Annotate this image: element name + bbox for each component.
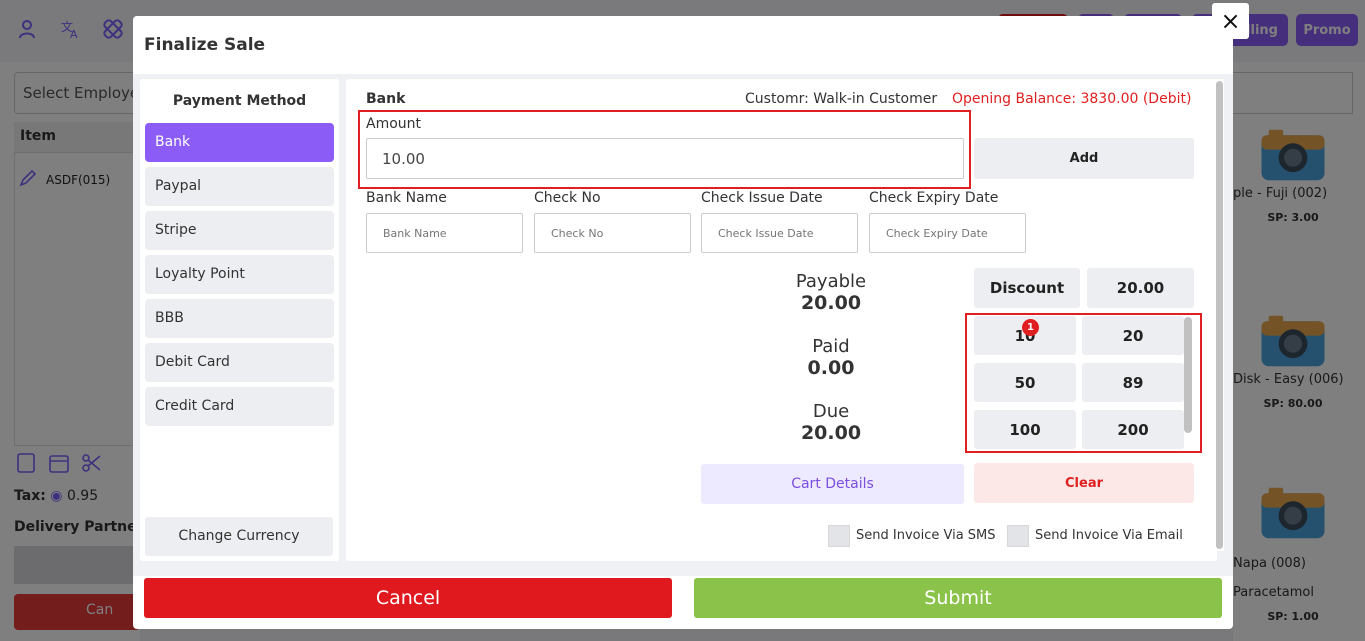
payment-method-bbb[interactable]: BBB — [145, 299, 334, 338]
check-issue-date-input[interactable] — [701, 213, 858, 253]
discount-button[interactable]: Discount — [974, 268, 1080, 308]
paid-summary: Paid 0.00 — [776, 336, 886, 379]
discount-value[interactable]: 20.00 — [1087, 268, 1194, 308]
send-email-label: Send Invoice Via Email — [1035, 528, 1183, 543]
bank-name-label: Bank Name — [366, 190, 447, 206]
check-expiry-date-label: Check Expiry Date — [869, 190, 999, 206]
bank-name-input[interactable] — [366, 213, 523, 253]
payment-method-loyalty-point[interactable]: Loyalty Point — [145, 255, 334, 294]
payment-details-panel: Bank Customr: Walk-in Customer Opening B… — [346, 79, 1217, 561]
quick-amount-highlight — [965, 313, 1202, 453]
check-no-input[interactable] — [534, 213, 691, 253]
payable-value: 20.00 — [800, 292, 862, 314]
payable-summary: Payable 20.00 — [776, 271, 886, 314]
payment-method-title: Payment Method — [172, 93, 307, 109]
submit-button[interactable]: Submit — [694, 578, 1222, 618]
payment-method-bank[interactable]: Bank — [145, 123, 334, 162]
paid-label: Paid — [812, 336, 850, 357]
payment-method-paypal[interactable]: Paypal — [145, 167, 334, 206]
check-issue-date-label: Check Issue Date — [701, 190, 823, 206]
payment-method-panel: Payment Method Bank Paypal Stripe Loyalt… — [140, 79, 339, 561]
payment-method-stripe[interactable]: Stripe — [145, 211, 334, 250]
cancel-button[interactable]: Cancel — [144, 578, 672, 618]
check-expiry-date-input[interactable] — [869, 213, 1026, 253]
amount-label: Amount — [366, 116, 422, 132]
change-currency-button[interactable]: Change Currency — [145, 517, 333, 556]
finalize-sale-modal: Finalize Sale Payment Method Bank Paypal… — [133, 16, 1233, 629]
cart-details-button[interactable]: Cart Details — [701, 464, 964, 504]
send-sms-checkbox[interactable] — [828, 525, 850, 547]
payable-label: Payable — [795, 271, 867, 292]
modal-title: Finalize Sale — [144, 35, 266, 55]
due-summary: Due 20.00 — [776, 401, 886, 444]
payment-method-heading: Bank — [366, 91, 406, 107]
customer-label: Customr: Walk-in Customer — [745, 91, 938, 107]
modal-body: Payment Method Bank Paypal Stripe Loyalt… — [133, 74, 1233, 576]
due-label: Due — [812, 401, 850, 422]
modal-scrollbar-thumb[interactable] — [1216, 81, 1223, 549]
clear-button[interactable]: Clear — [974, 463, 1194, 503]
close-icon: × — [1220, 7, 1241, 35]
opening-balance: Opening Balance: 3830.00 (Debit) — [952, 91, 1192, 107]
send-email-checkbox[interactable] — [1007, 525, 1029, 547]
close-modal-button[interactable]: × — [1212, 3, 1249, 39]
check-no-label: Check No — [534, 190, 601, 206]
modal-scrollbar[interactable] — [1215, 79, 1224, 551]
send-sms-label: Send Invoice Via SMS — [856, 528, 996, 543]
paid-value: 0.00 — [807, 357, 855, 379]
payment-method-debit-card[interactable]: Debit Card — [145, 343, 334, 382]
payment-method-credit-card[interactable]: Credit Card — [145, 387, 334, 426]
due-value: 20.00 — [800, 422, 862, 444]
amount-input[interactable] — [366, 138, 964, 179]
add-payment-button[interactable]: Add — [974, 138, 1194, 179]
